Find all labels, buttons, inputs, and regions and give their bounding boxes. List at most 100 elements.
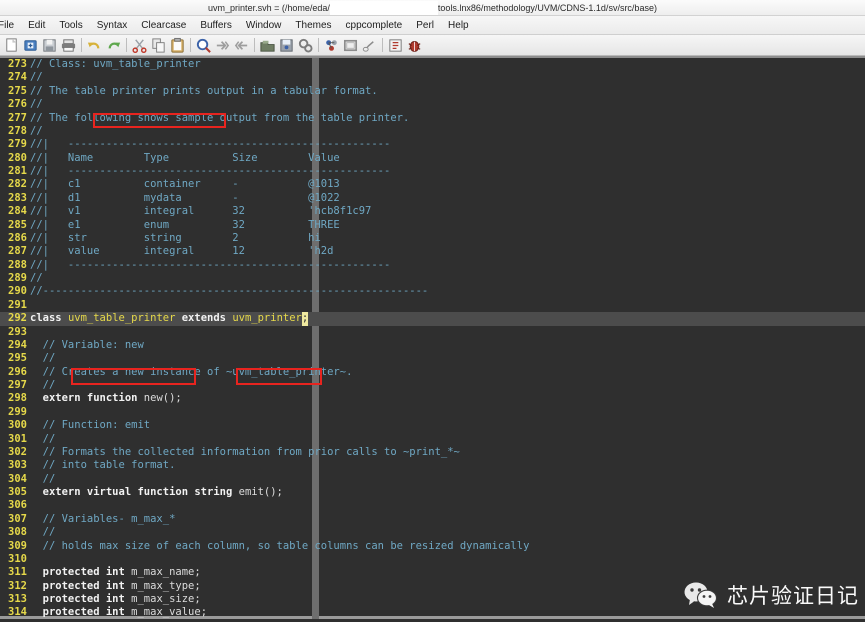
code-line[interactable]: 305 extern virtual function string emit(…: [0, 486, 865, 499]
menu-themes[interactable]: Themes: [288, 18, 338, 33]
find-icon[interactable]: [194, 36, 213, 54]
redo-icon[interactable]: [104, 36, 123, 54]
code-line[interactable]: 306: [0, 499, 865, 512]
code-editor-area[interactable]: 273// Class: uvm_table_printer 274//275//…: [0, 56, 865, 619]
menu-bar: FileEditToolsSyntaxClearcaseBuffersWindo…: [0, 16, 865, 35]
paste-icon[interactable]: [168, 36, 187, 54]
code-line[interactable]: 279//| ---------------------------------…: [0, 138, 865, 151]
code-line[interactable]: 300 // Function: emit: [0, 419, 865, 432]
toolbar: [0, 35, 865, 56]
code-token: //| d1 mydata - @1022: [30, 191, 340, 204]
code-line[interactable]: 303 // into table format.: [0, 459, 865, 472]
code-line[interactable]: 299: [0, 406, 865, 419]
code-line[interactable]: 280//| Name Type Size Value: [0, 152, 865, 165]
line-number: 277: [8, 111, 27, 124]
code-line[interactable]: 283//| d1 mydata - @1022: [0, 192, 865, 205]
line-number: 296: [8, 365, 27, 378]
open-folder-icon[interactable]: [21, 36, 40, 54]
code-line-text: protected int m_max_value;: [30, 606, 207, 618]
run-script-icon[interactable]: [296, 36, 315, 54]
code-line[interactable]: 288//| ---------------------------------…: [0, 259, 865, 272]
code-line-text: // holds max size of each column, so tab…: [30, 539, 530, 552]
code-line[interactable]: 281//| ---------------------------------…: [0, 165, 865, 178]
help-icon[interactable]: [386, 36, 405, 54]
code-token: class: [30, 312, 68, 325]
code-line[interactable]: 298 extern function new();: [0, 392, 865, 405]
code-line[interactable]: 277// The following shows sample output …: [0, 112, 865, 125]
code-line[interactable]: 304 //: [0, 473, 865, 486]
code-token: //: [30, 472, 56, 485]
code-line-text: extern function new();: [30, 392, 182, 404]
code-line[interactable]: 311 protected int m_max_name;: [0, 566, 865, 579]
code-line[interactable]: 285//| e1 enum 32 THREE: [0, 219, 865, 232]
line-number: 308: [8, 526, 27, 539]
menu-edit[interactable]: Edit: [21, 18, 52, 33]
bug-icon[interactable]: [405, 36, 424, 54]
code-line-text: extern virtual function string emit();: [30, 486, 283, 498]
code-line-text: // Function: emit: [30, 419, 150, 431]
shell-icon[interactable]: [341, 36, 360, 54]
code-line[interactable]: 273// Class: uvm_table_printer: [0, 58, 865, 71]
copy-icon[interactable]: [149, 36, 168, 54]
code-line[interactable]: 274//: [0, 71, 865, 84]
menu-tools[interactable]: Tools: [52, 18, 89, 33]
menu-file[interactable]: File: [0, 18, 21, 33]
make-icon[interactable]: [322, 36, 341, 54]
menu-perl[interactable]: Perl: [409, 18, 441, 33]
code-line[interactable]: 289//: [0, 272, 865, 285]
code-token: //| e1 enum 32 THREE: [30, 218, 340, 231]
menu-clearcase[interactable]: Clearcase: [134, 18, 193, 33]
line-number: 285: [8, 218, 27, 231]
code-line[interactable]: 282//| c1 container - @1013: [0, 178, 865, 191]
code-line[interactable]: 286//| str string 2 hi: [0, 232, 865, 245]
menu-cppcomplete[interactable]: cppcomplete: [339, 18, 410, 33]
code-token: // Creates a new instance of ~uvm_table_…: [30, 365, 353, 378]
code-line[interactable]: 291: [0, 299, 865, 312]
code-line[interactable]: 278//: [0, 125, 865, 138]
cut-scissors-icon[interactable]: [130, 36, 149, 54]
code-token: //| ------------------------------------…: [30, 138, 391, 151]
find-next-icon[interactable]: [213, 36, 232, 54]
code-line[interactable]: 276//: [0, 98, 865, 111]
code-token: extern virtual function string: [30, 486, 239, 498]
line-number: 284: [8, 205, 27, 218]
code-line[interactable]: 307 // Variables- m_max_*: [0, 513, 865, 526]
code-token: // holds max size of each column, so tab…: [30, 539, 530, 552]
code-token: new();: [143, 392, 182, 405]
code-line[interactable]: 284//| v1 integral 32 'hcb8f1c97: [0, 205, 865, 218]
code-line[interactable]: 292 class uvm_table_printer extends uvm_p…: [0, 312, 865, 326]
undo-icon[interactable]: [85, 36, 104, 54]
code-line[interactable]: 297 //: [0, 379, 865, 392]
load-session-icon[interactable]: [258, 36, 277, 54]
code-token: uvm_table_printer: [93, 58, 201, 70]
code-line[interactable]: 293: [0, 326, 865, 339]
save-session-icon[interactable]: [277, 36, 296, 54]
code-line[interactable]: 308 //: [0, 526, 865, 539]
code-line[interactable]: 296 // Creates a new instance of ~uvm_ta…: [0, 366, 865, 379]
code-line[interactable]: 275// The table printer prints output in…: [0, 85, 865, 98]
menu-buffers[interactable]: Buffers: [193, 18, 239, 33]
code-line[interactable]: 301 //: [0, 433, 865, 446]
menu-help[interactable]: Help: [441, 18, 476, 33]
code-line[interactable]: 302 // Formats the collected information…: [0, 446, 865, 459]
menu-syntax[interactable]: Syntax: [90, 18, 135, 33]
new-file-icon[interactable]: [2, 36, 21, 54]
code-line[interactable]: 309 // holds max size of each column, so…: [0, 540, 865, 553]
code-token: m_max_size;: [131, 593, 201, 605]
code-token: //| str string 2 hi: [30, 231, 321, 244]
code-line[interactable]: 287//| value integral 12 'h2d: [0, 245, 865, 258]
save-icon[interactable]: [40, 36, 59, 54]
code-line-text: // Formats the collected information fro…: [30, 446, 460, 458]
code-line-text: //: [30, 272, 43, 284]
menu-window[interactable]: Window: [239, 18, 289, 33]
code-line[interactable]: 290//-----------------------------------…: [0, 285, 865, 298]
tag-jump-icon[interactable]: [360, 36, 379, 54]
find-prev-icon[interactable]: [232, 36, 251, 54]
source-code-lines[interactable]: 273// Class: uvm_table_printer 274//275//…: [0, 58, 865, 619]
code-line[interactable]: 294 // Variable: new: [0, 339, 865, 352]
code-line[interactable]: 295 //: [0, 352, 865, 365]
print-icon[interactable]: [59, 36, 78, 54]
window-title-right: tools.lnx86/methodology/UVM/CDNS-1.1d/sv…: [437, 2, 657, 13]
watermark: 芯片验证日记: [684, 580, 859, 610]
code-line[interactable]: 310: [0, 553, 865, 566]
